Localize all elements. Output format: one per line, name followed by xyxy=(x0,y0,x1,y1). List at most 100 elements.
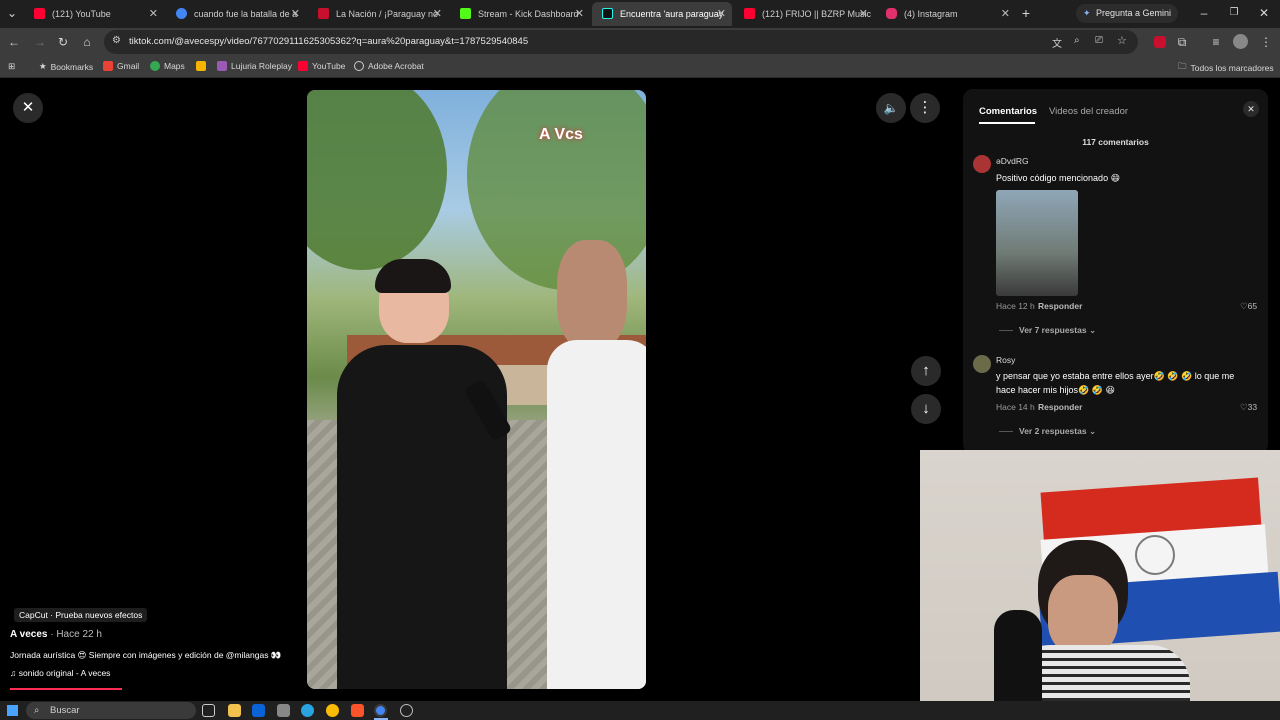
instagram-favicon-icon xyxy=(886,8,897,19)
close-tab-icon[interactable]: ✕ xyxy=(575,7,584,20)
mute-speaker-icon[interactable]: 🔈 xyxy=(876,93,906,123)
tab-youtube[interactable]: (121) YouTube ✕ xyxy=(24,2,164,26)
tab-google-search[interactable]: cuando fue la batalla de a ✕ xyxy=(166,2,306,26)
file-explorer-icon[interactable] xyxy=(228,704,241,717)
reply-button[interactable]: Responder xyxy=(1038,301,1082,311)
close-tab-icon[interactable]: ✕ xyxy=(433,7,442,20)
tab-instagram[interactable]: (4) Instagram ✕ xyxy=(876,2,1016,26)
gemini-button[interactable]: ✦ Pregunta a Gemini xyxy=(1076,4,1178,23)
brave-icon[interactable] xyxy=(351,704,364,717)
comment-image-thumbnail[interactable] xyxy=(996,190,1078,296)
capcut-effect-badge[interactable]: CapCut · Prueba nuevos efectos xyxy=(14,608,148,622)
video-sound[interactable]: ♫ sonido original - A veces xyxy=(10,668,110,678)
reply-button[interactable]: Responder xyxy=(1038,402,1082,412)
video-description: Jornada aurística 😍 Siempre con imágenes… xyxy=(10,650,282,660)
gemini-label: Pregunta a Gemini xyxy=(1096,8,1172,18)
tab-title: Encuentra 'aura paraguay xyxy=(620,9,724,19)
previous-video-arrow-icon[interactable]: ↑ xyxy=(911,356,941,386)
translate-icon[interactable]: 文 xyxy=(1052,35,1062,50)
obs-icon[interactable] xyxy=(400,704,413,717)
bookmark-adobe-acrobat[interactable]: Adobe Acrobat xyxy=(354,61,424,71)
heart-icon: ♡ xyxy=(1240,402,1248,412)
maps-pin-icon xyxy=(150,61,160,71)
like-button[interactable]: ♡65 xyxy=(1240,301,1257,312)
view-replies-label: Ver 2 respuestas xyxy=(1019,426,1087,436)
close-window-icon[interactable]: ✕ xyxy=(1256,5,1272,21)
home-icon[interactable]: ⌂ xyxy=(79,34,95,50)
more-menu-icon[interactable]: ⋮ xyxy=(1258,34,1274,50)
extensions-puzzle-icon[interactable]: ⧉ xyxy=(1174,34,1190,50)
back-arrow-icon[interactable]: ← xyxy=(6,34,22,50)
profile-avatar[interactable] xyxy=(1233,34,1248,49)
video-author[interactable]: A veces xyxy=(10,629,47,640)
comment-username[interactable]: Rosy xyxy=(996,355,1015,365)
video-progress-bar[interactable] xyxy=(10,688,122,690)
tab-tiktok-active[interactable]: Encuentra 'aura paraguay ✕ xyxy=(592,2,732,26)
extension-icon[interactable] xyxy=(1154,36,1166,48)
globe-icon xyxy=(354,61,364,71)
tab-kick-dashboard[interactable]: Stream - Kick Dashboard ✕ xyxy=(450,2,590,26)
view-replies-button[interactable]: Ver 2 respuestas ⌄ xyxy=(1019,426,1096,437)
windows-start-icon[interactable] xyxy=(7,705,18,716)
bookmark-star-icon[interactable]: ☆ xyxy=(1117,34,1127,47)
next-video-arrow-icon[interactable]: ↓ xyxy=(911,394,941,424)
store-icon[interactable] xyxy=(277,704,290,717)
bookmark-gmail[interactable]: Gmail xyxy=(103,61,139,71)
all-bookmarks-folder[interactable]: 🗀 Todos los marcadores xyxy=(1178,61,1274,75)
bookmark-youtube[interactable]: YouTube xyxy=(298,61,345,71)
reload-icon[interactable]: ↻ xyxy=(55,34,71,50)
comment-text: y pensar que yo estaba entre ellos ayer🤣… xyxy=(996,371,1235,395)
tab-title: (121) FRIJO || BZRP Music xyxy=(762,9,872,19)
minimize-window-icon[interactable]: – xyxy=(1196,5,1212,21)
comment-time: Hace 12 h xyxy=(996,301,1035,311)
tab-comments[interactable]: Comentarios xyxy=(979,106,1037,117)
video-player[interactable]: A Vcs xyxy=(307,90,646,689)
bookmark-unnamed[interactable] xyxy=(196,61,206,71)
bookmark-maps[interactable]: Maps xyxy=(150,61,185,71)
close-tab-icon[interactable]: ✕ xyxy=(717,7,726,20)
close-tab-icon[interactable]: ✕ xyxy=(1001,7,1010,20)
tiktok-video-page: ✕ A Vcs 🔈 ⋮ ↑ ↓ CapCut · Prueba nuevos e… xyxy=(0,79,1280,720)
commenter-avatar[interactable] xyxy=(973,155,991,173)
outlook-icon[interactable] xyxy=(252,704,265,717)
bookmark-label: Bookmarks xyxy=(50,61,94,72)
task-view-icon[interactable] xyxy=(202,704,215,717)
more-options-icon[interactable]: ⋮ xyxy=(910,93,940,123)
apps-grid-icon[interactable]: ⊞ xyxy=(8,61,15,72)
comment-username[interactable]: ǝDvdRG xyxy=(996,156,1029,166)
cast-icon[interactable]: ⎚ xyxy=(1095,35,1103,46)
like-button[interactable]: ♡33 xyxy=(1240,402,1257,413)
tab-la-nacion[interactable]: La Nación / ¡Paraguay no ✕ xyxy=(308,2,448,26)
zoom-icon[interactable]: ⌕ xyxy=(1074,35,1080,46)
effect-label: CapCut · Prueba nuevos efectos xyxy=(19,610,143,620)
close-tab-icon[interactable]: ✕ xyxy=(291,7,300,20)
gemini-sparkle-icon: ✦ xyxy=(1083,8,1091,18)
commenter-avatar[interactable] xyxy=(973,355,991,373)
channel-logo-overlay: A Vcs xyxy=(539,126,583,143)
bookmark-bookmarks[interactable]: ★ Bookmarks xyxy=(39,61,93,72)
close-video-button[interactable]: ✕ xyxy=(13,93,43,123)
taskbar-search-box[interactable]: ⌕ Buscar xyxy=(26,702,196,719)
bookmark-label: YouTube xyxy=(312,61,346,71)
new-tab-icon[interactable]: + xyxy=(1018,5,1034,21)
url-text[interactable]: tiktok.com/@avecespy/video/7677029111625… xyxy=(129,36,528,47)
tab-list-icon[interactable]: ≡ xyxy=(1208,34,1224,50)
close-panel-icon[interactable]: ✕ xyxy=(1243,101,1259,117)
site-info-icon[interactable]: ⚙ xyxy=(112,35,121,46)
close-tab-icon[interactable]: ✕ xyxy=(149,7,158,20)
view-replies-button[interactable]: Ver 7 respuestas ⌄ xyxy=(1019,325,1096,336)
bookmarks-bar: ⊞ ★ Bookmarks Gmail Maps Lujuria Roleplay… xyxy=(0,56,1280,78)
tab-bzrp-music[interactable]: (121) FRIJO || BZRP Music ✕ xyxy=(734,2,874,26)
address-bar[interactable]: ⚙ tiktok.com/@avecespy/video/76770291116… xyxy=(104,30,1138,54)
bookmark-lujuria-roleplay[interactable]: Lujuria Roleplay xyxy=(217,61,292,71)
edge-icon[interactable] xyxy=(301,704,314,717)
close-tab-icon[interactable]: ✕ xyxy=(859,7,868,20)
music-note-icon: ♫ xyxy=(10,668,17,678)
tab-creator-videos[interactable]: Videos del creador xyxy=(1049,106,1128,117)
chrome-icon[interactable] xyxy=(326,704,339,717)
chrome-active-icon[interactable] xyxy=(374,704,387,717)
maximize-window-icon[interactable]: ❐ xyxy=(1226,5,1242,21)
la-nacion-favicon-icon xyxy=(318,8,329,19)
forward-arrow-icon[interactable]: → xyxy=(32,34,48,50)
tab-search-icon[interactable]: ⌄ xyxy=(4,5,20,21)
